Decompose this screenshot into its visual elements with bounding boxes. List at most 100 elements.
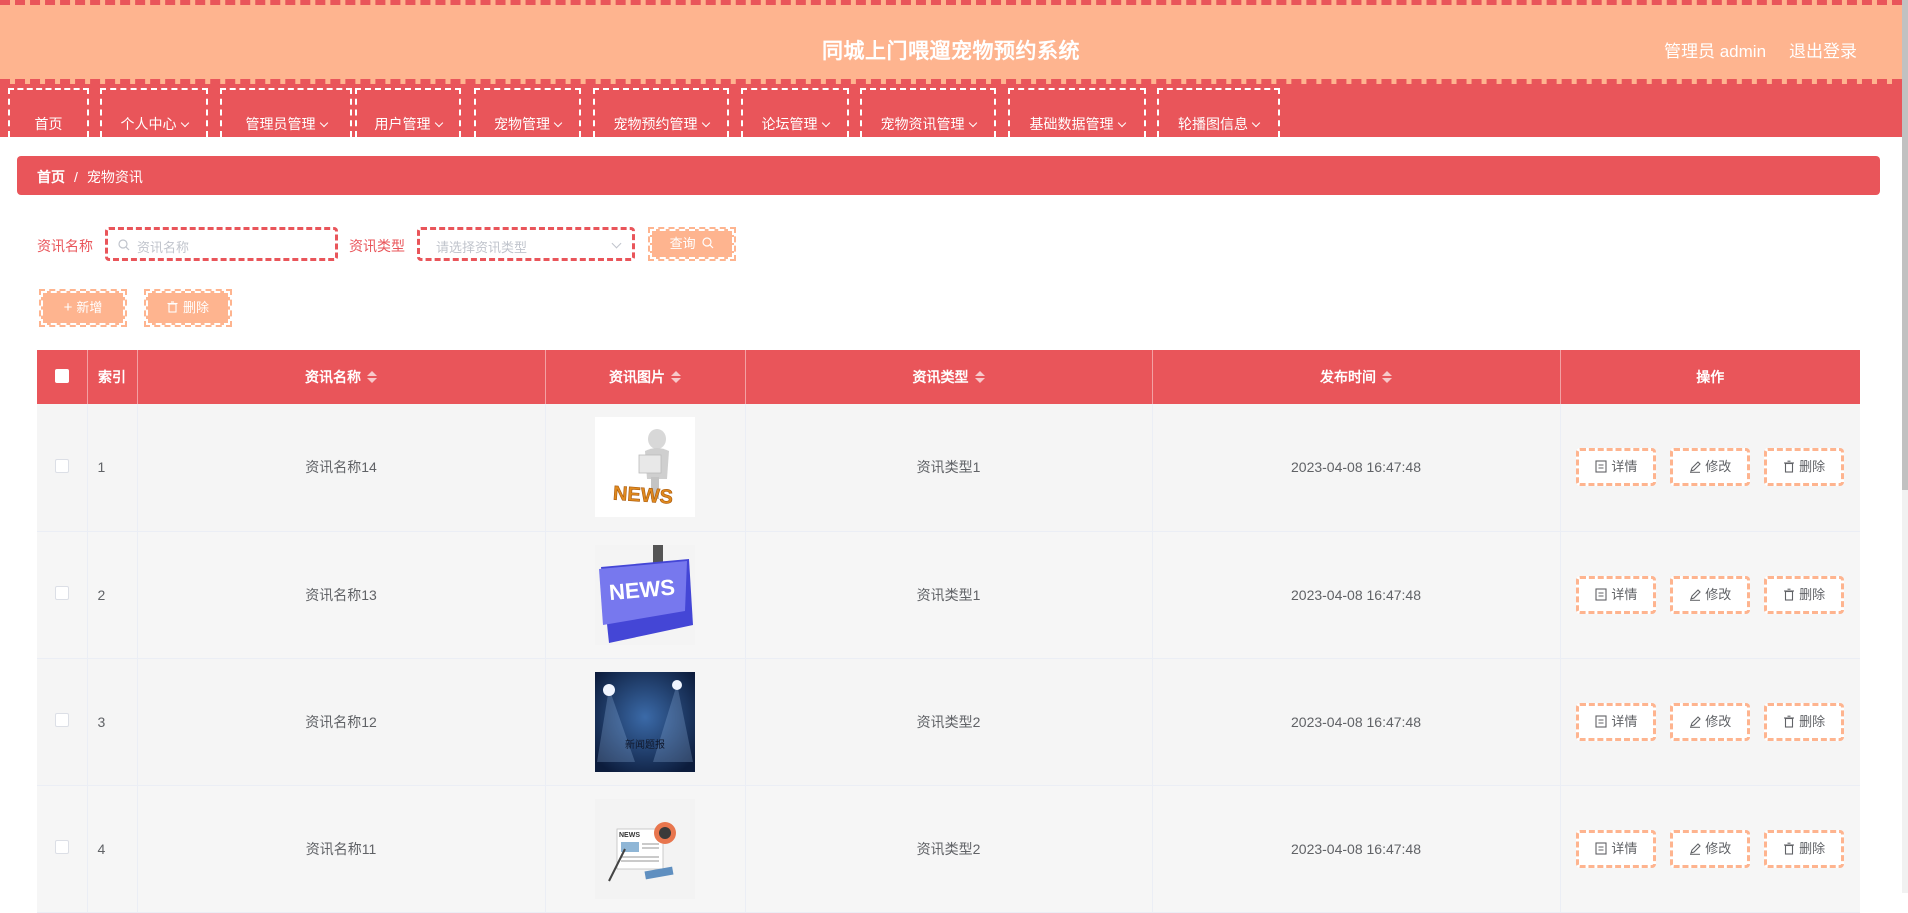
edit-button[interactable]: 修改 xyxy=(1670,702,1751,741)
nav-item-admin-manage[interactable]: 管理员管理 xyxy=(220,88,352,137)
plus-icon: + xyxy=(63,299,73,316)
breadcrumb-separator: / xyxy=(74,169,78,185)
document-icon xyxy=(1595,841,1607,855)
document-icon xyxy=(1595,460,1607,473)
sort-icon[interactable] xyxy=(1382,371,1392,385)
chevron-down-icon xyxy=(968,118,977,128)
nav-item-news-manage[interactable]: 宠物资讯管理 xyxy=(860,88,996,137)
chevron-down-icon xyxy=(553,118,563,128)
news-name-input[interactable]: 资讯名称 xyxy=(105,227,338,261)
chevron-down-icon xyxy=(821,118,830,128)
breadcrumb-home[interactable]: 首页 xyxy=(37,169,65,185)
row-news-image-cell: NEWS xyxy=(545,531,746,659)
chevron-down-icon xyxy=(434,118,443,128)
column-header-name[interactable]: 资讯名称 xyxy=(137,350,546,404)
row-publish-time: 2023-04-08 16:47:48 xyxy=(1152,531,1561,659)
row-select-cell xyxy=(37,531,88,659)
nav-item-label: 管理员管理 xyxy=(245,116,316,132)
sort-icon[interactable] xyxy=(671,371,681,385)
edit-button[interactable]: 修改 xyxy=(1670,575,1751,614)
scrollbar-thumb[interactable] xyxy=(1902,0,1908,490)
row-news-type: 资讯类型1 xyxy=(745,531,1153,659)
edit-icon xyxy=(1690,842,1702,855)
column-header-image[interactable]: 资讯图片 xyxy=(545,350,746,404)
detail-button-label: 详情 xyxy=(1611,586,1638,602)
edit-icon xyxy=(1690,715,1702,728)
column-header-time[interactable]: 发布时间 xyxy=(1152,350,1561,404)
column-header-label: 资讯名称 xyxy=(305,369,361,385)
edit-icon xyxy=(1690,588,1702,601)
delete-button[interactable]: 删除 xyxy=(1764,575,1845,614)
column-header-index: 索引 xyxy=(87,350,138,404)
edit-icon xyxy=(1690,461,1702,474)
row-index: 1 xyxy=(87,404,138,532)
news-paper-image[interactable]: NEWS xyxy=(595,798,695,899)
row-news-name: 资讯名称13 xyxy=(137,531,546,659)
detail-button[interactable]: 详情 xyxy=(1576,575,1657,614)
search-icon xyxy=(118,239,130,251)
admin-user-label: 管理员 admin xyxy=(1664,42,1767,61)
column-header-label: 索引 xyxy=(98,369,126,385)
column-header-label: 操作 xyxy=(1696,369,1725,385)
nav-item-label: 用户管理 xyxy=(374,116,431,132)
batch-delete-button-label: 删除 xyxy=(182,300,209,315)
table-row: 3 资讯名称12 新闻题报 资讯类型2 2023-04-08 16:47:48 … xyxy=(37,658,1860,786)
column-header-actions: 操作 xyxy=(1560,350,1860,404)
row-checkbox[interactable] xyxy=(54,713,69,727)
detail-button[interactable]: 详情 xyxy=(1576,829,1657,868)
page-scrollbar[interactable] xyxy=(1902,0,1908,893)
nav-item-label: 基础数据管理 xyxy=(1029,116,1114,132)
row-news-type: 资讯类型1 xyxy=(745,404,1153,532)
delete-button[interactable]: 删除 xyxy=(1764,829,1845,868)
nav-item-label: 个人中心 xyxy=(120,116,177,132)
news-name-label: 资讯名称 xyxy=(37,238,93,254)
sort-icon[interactable] xyxy=(367,371,377,385)
nav-item-carousel[interactable]: 轮播图信息 xyxy=(1157,88,1280,137)
sort-icon[interactable] xyxy=(974,371,985,385)
news-name-placeholder: 资讯名称 xyxy=(137,240,190,255)
add-button[interactable]: + 新增 xyxy=(39,289,127,327)
nav-item-basic-data[interactable]: 基础数据管理 xyxy=(1008,88,1146,137)
trash-icon xyxy=(1784,715,1795,728)
table-row: 2 资讯名称13 NEWS 资讯类型1 2023-04-08 16:47:48 … xyxy=(37,531,1860,659)
delete-button[interactable]: 删除 xyxy=(1764,702,1845,741)
chevron-down-icon xyxy=(319,118,328,128)
row-checkbox[interactable] xyxy=(54,840,69,854)
news-stage-image[interactable]: 新闻题报 xyxy=(595,671,695,772)
nav-item-profile[interactable]: 个人中心 xyxy=(100,88,208,137)
nav-item-user-manage[interactable]: 用户管理 xyxy=(355,88,461,137)
nav-item-label: 宠物资讯管理 xyxy=(880,116,965,132)
add-button-label: 新增 xyxy=(76,300,103,315)
nav-item-label: 宠物管理 xyxy=(494,116,550,132)
nav-item-pet-manage[interactable]: 宠物管理 xyxy=(474,88,581,137)
row-index: 2 xyxy=(87,531,138,659)
nav-item-label: 首页 xyxy=(34,116,63,132)
news-type-select[interactable]: 请选择资讯类型 xyxy=(417,227,635,261)
edit-button[interactable]: 修改 xyxy=(1670,448,1751,487)
query-button[interactable]: 查询 xyxy=(648,227,736,261)
detail-button-label: 详情 xyxy=(1611,840,1638,856)
detail-button[interactable]: 详情 xyxy=(1576,448,1657,487)
logout-link[interactable]: 退出登录 xyxy=(1789,37,1857,62)
row-select-cell xyxy=(37,404,88,532)
column-header-label: 发布时间 xyxy=(1320,369,1376,385)
column-header-type[interactable]: 资讯类型 xyxy=(745,350,1153,404)
detail-button-label: 详情 xyxy=(1611,459,1638,475)
nav-item-home[interactable]: 首页 xyxy=(8,88,89,137)
nav-item-forum-manage[interactable]: 论坛管理 xyxy=(741,88,849,137)
news-key-image[interactable]: NEWS xyxy=(595,544,695,645)
row-index: 3 xyxy=(87,658,138,786)
document-icon xyxy=(1595,587,1607,601)
column-header-label: 资讯图片 xyxy=(609,369,665,385)
delete-button[interactable]: 删除 xyxy=(1764,448,1845,487)
row-checkbox[interactable] xyxy=(54,458,69,473)
batch-delete-button[interactable]: 删除 xyxy=(144,289,232,327)
nav-item-label: 轮播图信息 xyxy=(1178,116,1248,132)
select-all-checkbox[interactable] xyxy=(54,368,69,383)
edit-button[interactable]: 修改 xyxy=(1670,829,1751,868)
nav-item-booking-manage[interactable]: 宠物预约管理 xyxy=(593,88,729,137)
edit-button-label: 修改 xyxy=(1705,459,1732,475)
detail-button[interactable]: 详情 xyxy=(1576,702,1657,741)
row-checkbox[interactable] xyxy=(54,586,69,600)
news-figure-image[interactable]: NEWS xyxy=(595,417,695,518)
